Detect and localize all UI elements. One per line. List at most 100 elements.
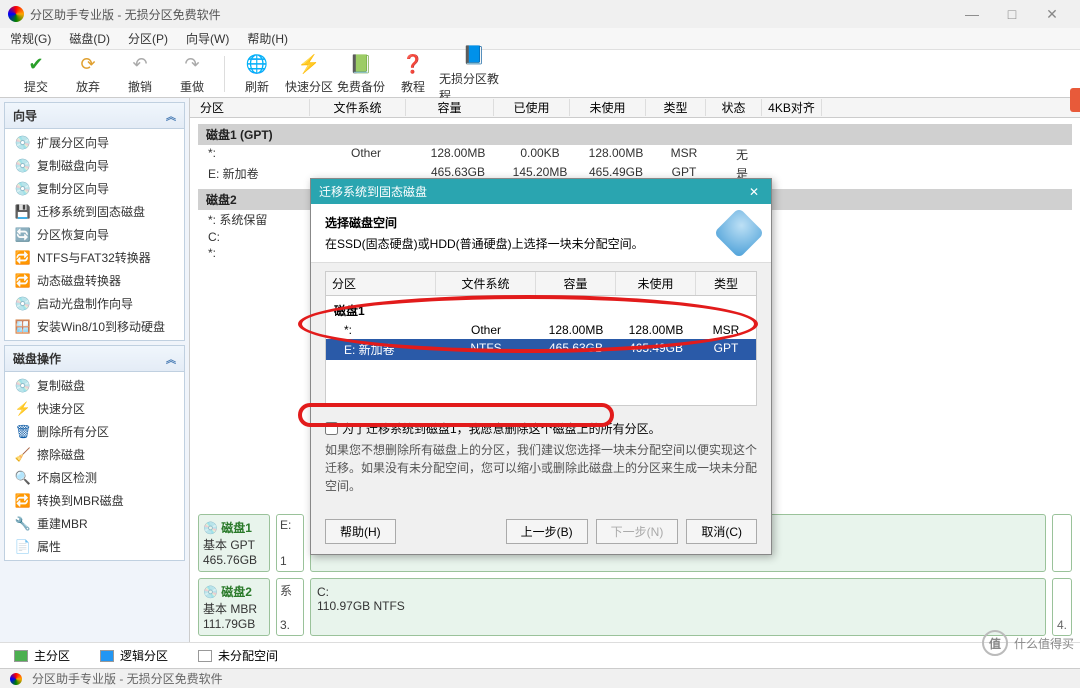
quick-icon: ⚡ <box>15 401 31 417</box>
rebuild-icon: 🔧 <box>15 516 31 532</box>
dialog-head-title: 选择磁盘空间 <box>325 214 711 231</box>
col-free[interactable]: 未使用 <box>570 99 646 116</box>
disk1-title: 磁盘1 (GPT) <box>198 124 1072 145</box>
col-type[interactable]: 类型 <box>646 99 706 116</box>
lossless-course-button[interactable]: 📘无损分区教程 <box>439 44 509 104</box>
dialog-delete-checkbox[interactable]: 为了迁移系统到磁盘1，我愿意删除这个磁盘上的所有分区。 <box>325 420 757 437</box>
delete-all-checkbox[interactable] <box>325 422 338 435</box>
wizard-recover[interactable]: 🔄分区恢复向导 <box>5 223 184 246</box>
backup-button[interactable]: 📗免费备份 <box>335 52 387 95</box>
legend: 主分区 逻辑分区 未分配空间 <box>0 642 1080 668</box>
watermark-text: 什么值得买 <box>1014 635 1074 652</box>
disk2-seg-last[interactable]: 4. <box>1052 578 1072 636</box>
copy-icon: 💿 <box>15 378 31 394</box>
redo-button[interactable]: ↷重做 <box>166 52 218 95</box>
legend-logical: 逻辑分区 <box>100 647 168 664</box>
quickpart-button[interactable]: ⚡快速分区 <box>283 52 335 95</box>
minimize-button[interactable]: — <box>952 6 992 22</box>
disk-icon: 💿 <box>15 135 31 151</box>
col-4k[interactable]: 4KB对齐 <box>762 99 822 116</box>
col-fs[interactable]: 文件系统 <box>310 99 406 116</box>
disk2-seg-main[interactable]: C:110.97GB NTFS <box>310 578 1046 636</box>
col-capacity[interactable]: 容量 <box>406 99 494 116</box>
course-button[interactable]: ❓教程 <box>387 52 439 95</box>
dialog-note: 如果您不想删除所有磁盘上的分区，我们建议您选择一块未分配空间以便实现这个迁移。如… <box>325 441 757 495</box>
grid-header: 分区 文件系统 容量 已使用 未使用 类型 状态 4KB对齐 <box>190 98 1080 118</box>
wizard-panel-header[interactable]: 向导︽ <box>5 103 184 129</box>
chevron-up-icon: ︽ <box>166 351 176 366</box>
disc-icon: 💿 <box>15 296 31 312</box>
wizard-copy-partition[interactable]: 💿复制分区向导 <box>5 177 184 200</box>
disk2-label: 💿 磁盘2基本 MBR111.79GB <box>198 578 270 636</box>
dialog-row-selected[interactable]: E: 新加卷NTFS465.63GB465.49GBGPT <box>326 339 756 360</box>
copy-icon: 💿 <box>15 181 31 197</box>
dialog-row[interactable]: *:Other128.00MB128.00MBMSR <box>326 321 756 339</box>
discard-button[interactable]: ⟳放弃 <box>62 52 114 95</box>
recover-icon: 🔄 <box>15 227 31 243</box>
properties-icon: 📄 <box>15 539 31 555</box>
window-title: 分区助手专业版 - 无损分区免费软件 <box>30 6 952 23</box>
op-convert-mbr[interactable]: 🔁转换到MBR磁盘 <box>5 489 184 512</box>
op-rebuild-mbr[interactable]: 🔧重建MBR <box>5 512 184 535</box>
wizard-extend[interactable]: 💿扩展分区向导 <box>5 131 184 154</box>
wizard-migrate-ssd[interactable]: 💾迁移系统到固态磁盘 <box>5 200 184 223</box>
menubar: 常规(G) 磁盘(D) 分区(P) 向导(W) 帮助(H) <box>0 28 1080 50</box>
table-row[interactable]: *:Other128.00MB0.00KB128.00MBMSR无 <box>198 145 1072 164</box>
col-partition[interactable]: 分区 <box>190 99 310 116</box>
op-wipe-disk[interactable]: 🧹擦除磁盘 <box>5 443 184 466</box>
menu-wizard[interactable]: 向导(W) <box>186 30 229 47</box>
close-button[interactable]: ✕ <box>1032 6 1072 23</box>
dialog-grid-header: 分区 文件系统 容量 未使用 类型 <box>325 271 757 296</box>
op-quick-partition[interactable]: ⚡快速分区 <box>5 397 184 420</box>
wizard-copy-disk[interactable]: 💿复制磁盘向导 <box>5 154 184 177</box>
disk1-label: 💿 磁盘1基本 GPT465.76GB <box>198 514 270 572</box>
cancel-button[interactable]: 取消(C) <box>686 519 757 544</box>
refresh-icon: 🌐 <box>245 52 269 76</box>
refresh-button[interactable]: 🌐刷新 <box>231 52 283 95</box>
menu-general[interactable]: 常规(G) <box>10 30 51 47</box>
wizard-dynamic-convert[interactable]: 🔁动态磁盘转换器 <box>5 269 184 292</box>
prev-button[interactable]: 上一步(B) <box>506 519 588 544</box>
col-used[interactable]: 已使用 <box>494 99 570 116</box>
diskbar-2[interactable]: 💿 磁盘2基本 MBR111.79GB 系3. C:110.97GB NTFS … <box>198 578 1072 636</box>
col-status[interactable]: 状态 <box>706 99 762 116</box>
op-bad-sector[interactable]: 🔍坏扇区检测 <box>5 466 184 489</box>
lossless-icon: 📘 <box>462 44 486 68</box>
maximize-button[interactable]: □ <box>992 6 1032 22</box>
disk1-seg-last[interactable] <box>1052 514 1072 572</box>
op-properties[interactable]: 📄属性 <box>5 535 184 558</box>
help-button[interactable]: 帮助(H) <box>325 519 396 544</box>
legend-primary: 主分区 <box>14 647 70 664</box>
menu-help[interactable]: 帮助(H) <box>247 30 288 47</box>
wizard-ntfs-fat32[interactable]: 🔁NTFS与FAT32转换器 <box>5 246 184 269</box>
course-icon: ❓ <box>401 52 425 76</box>
disk1-seg-a[interactable]: E:1 <box>276 514 304 572</box>
backup-icon: 📗 <box>349 52 373 76</box>
disk1-section: 磁盘1 (GPT) *:Other128.00MB0.00KB128.00MBM… <box>198 124 1072 183</box>
windows-icon: 🪟 <box>15 319 31 335</box>
wizard-install-win[interactable]: 🪟安装Win8/10到移动硬盘 <box>5 315 184 338</box>
wizard-boot-disc[interactable]: 💿启动光盘制作向导 <box>5 292 184 315</box>
op-copy-disk[interactable]: 💿复制磁盘 <box>5 374 184 397</box>
diskops-panel-header[interactable]: 磁盘操作︽ <box>5 346 184 372</box>
undo-button[interactable]: ↶撤销 <box>114 52 166 95</box>
dialog-buttons: 帮助(H) 上一步(B) 下一步(N) 取消(C) <box>311 509 771 554</box>
dialog-head-desc: 在SSD(固态硬盘)或HDD(普通硬盘)上选择一块未分配空间。 <box>325 235 711 252</box>
dialog-titlebar: 迁移系统到固态磁盘 ✕ <box>311 179 771 204</box>
delete-icon: 🗑 <box>15 424 31 440</box>
submit-button[interactable]: ✔提交 <box>10 52 62 95</box>
side-tab[interactable] <box>1070 88 1080 112</box>
convert-icon: 🔁 <box>15 493 31 509</box>
disk2-seg-a[interactable]: 系3. <box>276 578 304 636</box>
copy-icon: 💿 <box>15 158 31 174</box>
menu-partition[interactable]: 分区(P) <box>128 30 168 47</box>
op-delete-all[interactable]: 🗑删除所有分区 <box>5 420 184 443</box>
menu-disk[interactable]: 磁盘(D) <box>69 30 110 47</box>
migrate-dialog: 迁移系统到固态磁盘 ✕ 选择磁盘空间 在SSD(固态硬盘)或HDD(普通硬盘)上… <box>310 178 772 555</box>
toolbar: ✔提交 ⟳放弃 ↶撤销 ↷重做 🌐刷新 ⚡快速分区 📗免费备份 ❓教程 📘无损分… <box>0 50 1080 98</box>
check-icon: ✔ <box>24 52 48 76</box>
dialog-close-button[interactable]: ✕ <box>745 185 763 199</box>
next-button[interactable]: 下一步(N) <box>596 519 679 544</box>
dialog-disk-label: 磁盘1 <box>326 296 756 321</box>
dialog-disk-list: 磁盘1 *:Other128.00MB128.00MBMSR E: 新加卷NTF… <box>325 296 757 406</box>
